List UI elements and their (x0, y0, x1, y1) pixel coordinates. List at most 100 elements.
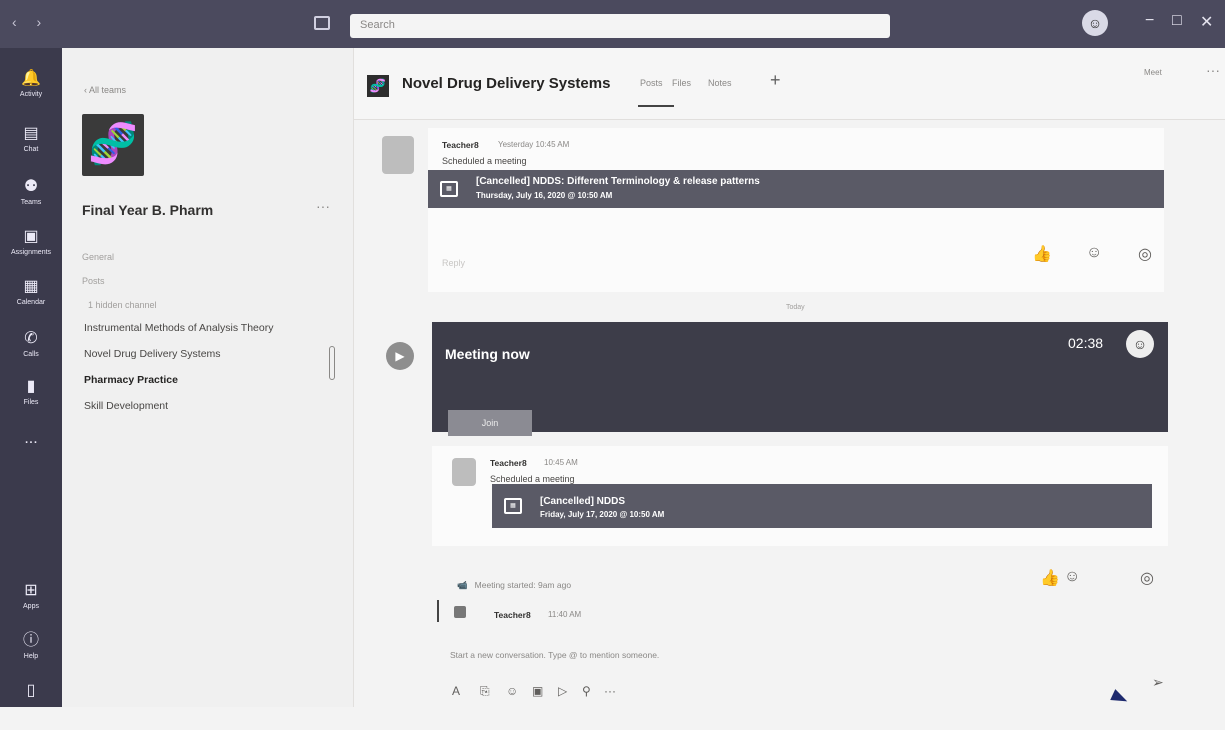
back-forward-icons[interactable]: ‹ › (12, 14, 49, 30)
meeting-thread: Teacher8 10:45 AM Scheduled a meeting ▦ … (432, 446, 1168, 546)
meeting-now-card: Meeting now 02:38 ☺ Join (432, 322, 1168, 436)
channel-posts[interactable]: Posts (82, 276, 105, 286)
teams-icon: ⚉ (23, 178, 39, 195)
channel-title: Novel Drug Delivery Systems (402, 75, 611, 92)
post-action: Scheduled a meeting (442, 156, 527, 166)
meeting-card[interactable]: ▦ [Cancelled] NDDS: Different Terminolog… (428, 170, 1164, 208)
tab-files[interactable]: Files (672, 78, 691, 88)
scrollbar[interactable] (329, 346, 335, 380)
profile-avatar[interactable]: ☺ (1082, 10, 1108, 36)
post-action: Scheduled a meeting (490, 474, 575, 484)
meeting-date: Friday, July 17, 2020 @ 10:50 AM (540, 510, 665, 519)
rail-calls[interactable]: ✆ Calls (0, 328, 62, 378)
rail-files[interactable]: ▮ Files (0, 376, 62, 426)
channel-header: 🧬 Novel Drug Delivery Systems Posts File… (354, 48, 1225, 120)
channel-skill-development[interactable]: Skill Development (84, 400, 168, 412)
participant-avatar: ☺ (1126, 330, 1154, 358)
maximize-button[interactable]: □ (1172, 12, 1182, 30)
close-button[interactable]: ✕ (1200, 12, 1213, 32)
rail-chat[interactable]: ▤ Chat (0, 123, 62, 173)
phone-device-icon: ▯ (26, 682, 36, 699)
post-time: 11:40 AM (548, 610, 582, 619)
tab-notes[interactable]: Notes (708, 78, 732, 88)
title-bar: ‹ › Search ☺ − □ ✕ (0, 0, 1225, 48)
bell-icon: 🔔 (21, 70, 41, 87)
meet-button[interactable]: Meet (1144, 68, 1162, 77)
team-more-button[interactable]: ··· (316, 198, 330, 214)
meeting-ended-text: Meeting started: 9am ago (474, 580, 572, 590)
channel-instrumental-methods[interactable]: Instrumental Methods of Analysis Theory (84, 322, 273, 334)
calendar-icon: ▦ (23, 278, 39, 295)
gif-icon[interactable]: ▣ (532, 684, 543, 698)
calendar-icon: ▦ (504, 498, 522, 514)
rail-apps[interactable]: ⊞ Apps (0, 580, 62, 630)
rail-teams[interactable]: ⚉ Teams (0, 176, 62, 226)
minimize-button[interactable]: − (1145, 12, 1154, 30)
thread-indicator (437, 600, 439, 622)
more-icon: ... (24, 430, 38, 447)
reaction-icon[interactable]: ◎ (1140, 568, 1154, 588)
teacher-avatar (454, 606, 466, 618)
meeting-title: [Cancelled] NDDS (540, 496, 626, 507)
channel-general[interactable]: General (82, 252, 114, 262)
attach-icon[interactable]: ⎘ (480, 684, 490, 699)
rail-activity[interactable]: 🔔 Activity (0, 68, 62, 118)
rail-assignments[interactable]: ▣ Assignments (0, 226, 62, 276)
post-1: Teacher8 Yesterday 10:45 AM Scheduled a … (428, 128, 1164, 292)
join-button[interactable]: Join (448, 410, 532, 436)
channel-dna-icon: 🧬 (367, 75, 389, 97)
post-sender: Teacher8 (490, 458, 527, 468)
mouse-cursor (1110, 689, 1130, 707)
compose-input[interactable]: Start a new conversation. Type @ to ment… (450, 650, 659, 660)
channel-pharmacy-practice[interactable]: Pharmacy Practice (84, 374, 178, 386)
date-divider: Today (786, 304, 805, 311)
reaction-icon[interactable]: 👍 (1032, 244, 1052, 264)
meeting-timer: 02:38 (1068, 335, 1104, 351)
all-teams-link[interactable]: ‹ All teams (84, 85, 126, 95)
more-options-icon[interactable]: ··· (604, 684, 616, 698)
add-tab-button[interactable]: + (770, 70, 781, 91)
rail-more[interactable]: ... (0, 428, 62, 478)
team-name: Final Year B. Pharm (82, 202, 214, 218)
compose-icon[interactable] (314, 16, 330, 30)
sticker-icon[interactable]: ▷ (558, 684, 567, 698)
meet-now-icon[interactable]: ⚲ (582, 684, 591, 698)
meeting-now-title: Meeting now (445, 346, 530, 362)
calendar-icon: ▦ (440, 181, 458, 197)
send-button[interactable]: ➢ (1152, 674, 1164, 691)
video-camera-icon: ▶ (386, 342, 414, 370)
format-icon[interactable]: A (452, 684, 460, 698)
reply-link[interactable]: Reply (442, 258, 465, 268)
meeting-title: [Cancelled] NDDS: Different Terminology … (476, 176, 760, 187)
rail-calendar[interactable]: ▦ Calendar (0, 276, 62, 326)
reaction-icon[interactable]: ☺ (1064, 568, 1080, 586)
apps-icon: ⊞ (24, 582, 38, 599)
hidden-channels-label[interactable]: 1 hidden channel (88, 300, 157, 310)
team-panel: ‹ All teams 🧬 Final Year B. Pharm ··· Ge… (62, 48, 354, 707)
post-time: Yesterday 10:45 AM (498, 140, 570, 149)
post-sender: Teacher8 (494, 610, 531, 620)
reaction-icon[interactable]: ☺ (1086, 244, 1102, 262)
active-tab-indicator (638, 105, 674, 107)
tab-posts[interactable]: Posts (640, 78, 663, 88)
app-rail: 🔔 Activity ▤ Chat ⚉ Teams ▣ Assignments ▦ Cal… (0, 48, 62, 707)
team-logo-dna-icon: 🧬 (82, 114, 144, 176)
rail-help[interactable]: ⓘ Help (0, 630, 62, 680)
reaction-icon[interactable]: ◎ (1138, 244, 1152, 264)
channel-more-button[interactable]: ··· (1206, 62, 1220, 78)
channel-ndds[interactable]: Novel Drug Delivery Systems (84, 348, 221, 360)
chat-icon: ▤ (23, 125, 39, 142)
files-icon: ▮ (26, 378, 36, 395)
meeting-card[interactable]: ▦ [Cancelled] NDDS Friday, July 17, 2020… (492, 484, 1152, 528)
phone-icon: ✆ (24, 330, 38, 347)
reaction-icon[interactable]: 👍 (1040, 568, 1060, 588)
search-input[interactable]: Search (350, 14, 890, 38)
post-sender: Teacher8 (442, 140, 479, 150)
meeting-date: Thursday, July 16, 2020 @ 10:50 AM (476, 191, 613, 200)
assignments-icon: ▣ (23, 228, 39, 245)
teacher-avatar (382, 136, 414, 174)
meeting-ended-row: 📹 Meeting started: 9am ago (457, 580, 572, 590)
rail-device[interactable]: ▯ (0, 680, 62, 730)
teacher-avatar (452, 458, 476, 486)
emoji-icon[interactable]: ☺ (506, 684, 518, 698)
